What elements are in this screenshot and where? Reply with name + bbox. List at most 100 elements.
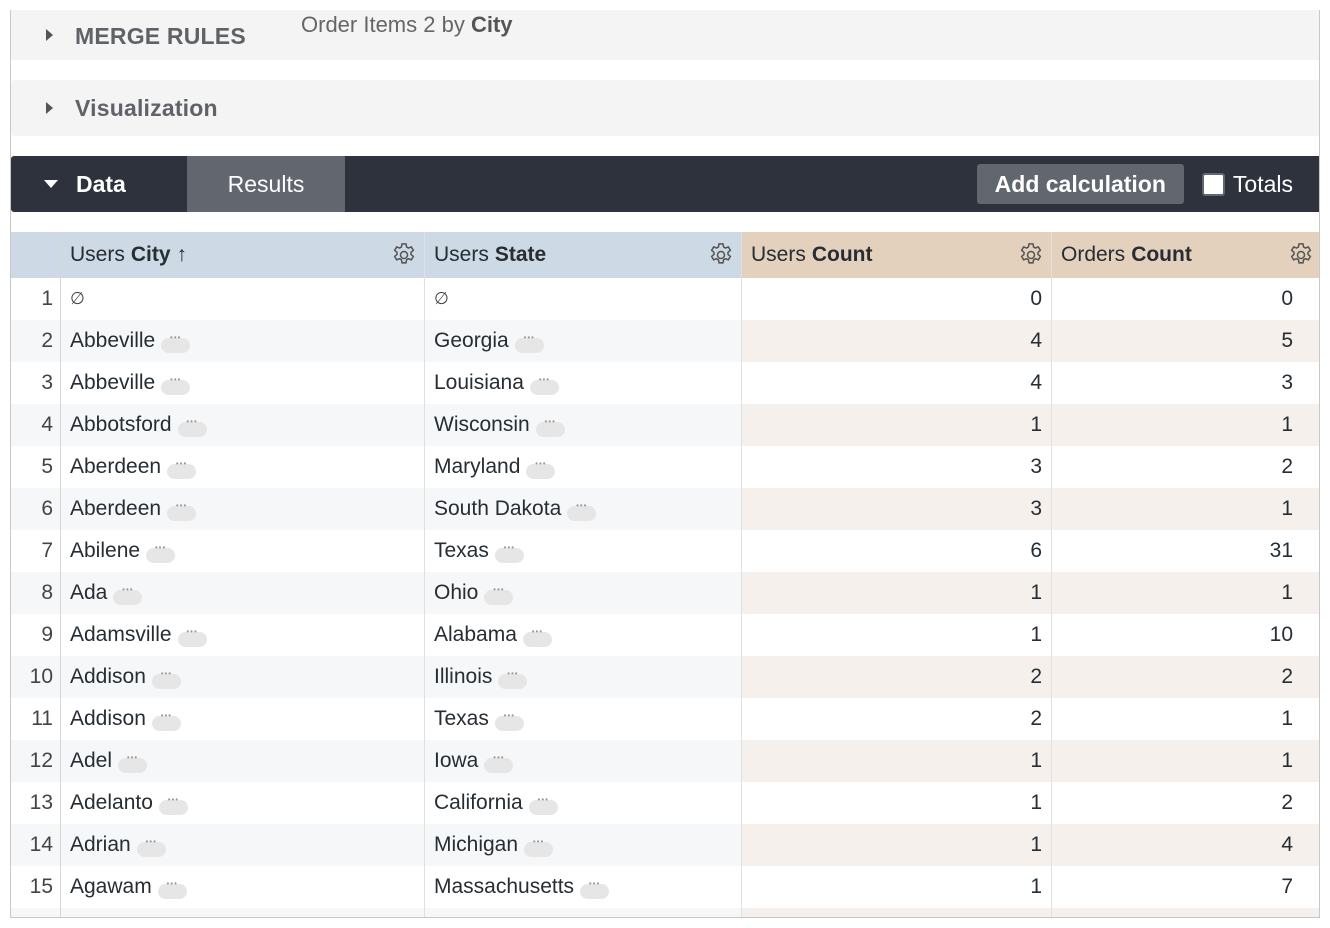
- caret-right-icon[interactable]: [46, 29, 53, 41]
- more-options-icon[interactable]: [136, 837, 166, 857]
- more-options-icon[interactable]: [529, 375, 559, 395]
- more-options-icon[interactable]: [151, 711, 181, 731]
- state-cell[interactable]: California: [425, 782, 742, 824]
- more-options-icon[interactable]: [528, 795, 558, 815]
- state-cell[interactable]: Massachusetts: [425, 866, 742, 908]
- state-cell[interactable]: Georgia: [425, 320, 742, 362]
- city-cell[interactable]: Abbeville: [61, 320, 425, 362]
- more-options-icon[interactable]: [535, 417, 565, 437]
- more-options-icon[interactable]: [177, 417, 207, 437]
- more-options-icon[interactable]: [161, 333, 191, 353]
- orders-count-cell[interactable]: 3: [1052, 362, 1319, 404]
- state-cell[interactable]: Iowa: [425, 740, 742, 782]
- more-options-icon[interactable]: [522, 627, 552, 647]
- users-count-cell[interactable]: 2: [742, 698, 1052, 740]
- city-cell[interactable]: Ada: [61, 572, 425, 614]
- state-cell[interactable]: Ohio: [425, 572, 742, 614]
- users-count-cell[interactable]: 3: [742, 488, 1052, 530]
- users-count-cell[interactable]: 0: [742, 278, 1052, 320]
- orders-count-cell[interactable]: 10: [1052, 614, 1319, 656]
- more-options-icon[interactable]: [151, 669, 181, 689]
- more-options-icon[interactable]: [580, 879, 610, 899]
- city-cell[interactable]: Abbotsford: [61, 404, 425, 446]
- city-cell[interactable]: Addison: [61, 656, 425, 698]
- state-cell[interactable]: Michigan: [425, 824, 742, 866]
- orders-count-cell[interactable]: 1: [1052, 572, 1319, 614]
- more-options-icon[interactable]: [494, 543, 524, 563]
- more-options-icon[interactable]: [526, 459, 556, 479]
- more-options-icon[interactable]: [567, 501, 597, 521]
- state-cell[interactable]: Alabama: [425, 614, 742, 656]
- users-count-cell[interactable]: 6: [742, 530, 1052, 572]
- users-count-cell[interactable]: 2: [742, 656, 1052, 698]
- more-options-icon[interactable]: [484, 753, 514, 773]
- orders-count-cell[interactable]: 0: [1052, 278, 1319, 320]
- totals-checkbox[interactable]: [1201, 172, 1225, 196]
- more-options-icon[interactable]: [484, 585, 514, 605]
- city-cell[interactable]: Abbeville: [61, 362, 425, 404]
- more-options-icon[interactable]: [146, 543, 176, 563]
- state-cell[interactable]: Wisconsin: [425, 404, 742, 446]
- gear-icon[interactable]: [1287, 241, 1315, 269]
- more-options-icon[interactable]: [158, 795, 188, 815]
- gear-icon[interactable]: [707, 241, 735, 269]
- users-count-cell[interactable]: 4: [742, 362, 1052, 404]
- city-cell[interactable]: Addison: [61, 698, 425, 740]
- visualization-section[interactable]: Visualization: [11, 80, 1319, 136]
- gear-icon[interactable]: [1017, 241, 1045, 269]
- more-options-icon[interactable]: [167, 501, 197, 521]
- more-options-icon[interactable]: [113, 585, 143, 605]
- column-header-users-city[interactable]: Users City ↑: [61, 232, 425, 278]
- state-cell[interactable]: Maryland: [425, 446, 742, 488]
- state-cell[interactable]: South Dakota: [425, 488, 742, 530]
- state-cell[interactable]: Louisiana: [425, 362, 742, 404]
- city-cell[interactable]: Aberdeen: [61, 446, 425, 488]
- orders-count-cell[interactable]: 1: [1052, 404, 1319, 446]
- column-header-users-state[interactable]: Users State: [425, 232, 742, 278]
- orders-count-cell[interactable]: 31: [1052, 530, 1319, 572]
- more-options-icon[interactable]: [161, 375, 191, 395]
- users-count-cell[interactable]: 1: [742, 404, 1052, 446]
- users-count-cell[interactable]: 1: [742, 572, 1052, 614]
- state-cell[interactable]: Texas: [425, 530, 742, 572]
- state-cell[interactable]: Illinois: [425, 656, 742, 698]
- more-options-icon[interactable]: [524, 837, 554, 857]
- city-cell[interactable]: Aberdeen: [61, 488, 425, 530]
- orders-count-cell[interactable]: 2: [1052, 656, 1319, 698]
- orders-count-cell[interactable]: 4: [1052, 824, 1319, 866]
- more-options-icon[interactable]: [514, 333, 544, 353]
- orders-count-cell[interactable]: 7: [1052, 866, 1319, 908]
- orders-count-cell[interactable]: 2: [1052, 782, 1319, 824]
- tab-data[interactable]: Data: [11, 156, 187, 212]
- city-cell[interactable]: Adelanto: [61, 782, 425, 824]
- orders-count-cell[interactable]: 2: [1052, 446, 1319, 488]
- orders-count-cell[interactable]: 1: [1052, 488, 1319, 530]
- caret-right-icon[interactable]: [46, 102, 53, 114]
- city-cell[interactable]: Adel: [61, 740, 425, 782]
- users-count-cell[interactable]: 4: [742, 320, 1052, 362]
- add-calculation-button[interactable]: Add calculation: [976, 164, 1184, 204]
- users-count-cell[interactable]: 1: [742, 614, 1052, 656]
- state-cell[interactable]: Texas: [425, 698, 742, 740]
- city-cell[interactable]: Adamsville: [61, 614, 425, 656]
- tab-results[interactable]: Results: [187, 156, 345, 212]
- orders-count-cell[interactable]: 5: [1052, 320, 1319, 362]
- column-header-users-count[interactable]: Users Count: [742, 232, 1052, 278]
- merge-rules-section[interactable]: MERGE RULES Order Items 2 by City: [11, 10, 1319, 60]
- users-count-cell[interactable]: 1: [742, 740, 1052, 782]
- gear-icon[interactable]: [390, 241, 418, 269]
- more-options-icon[interactable]: [167, 459, 197, 479]
- orders-count-cell[interactable]: 1: [1052, 740, 1319, 782]
- users-count-cell[interactable]: 1: [742, 824, 1052, 866]
- users-count-cell[interactable]: 1: [742, 866, 1052, 908]
- column-header-orders-count[interactable]: Orders Count: [1052, 232, 1319, 278]
- city-cell[interactable]: Agawam: [61, 866, 425, 908]
- users-count-cell[interactable]: 3: [742, 446, 1052, 488]
- city-cell[interactable]: Abilene: [61, 530, 425, 572]
- users-count-cell[interactable]: 1: [742, 782, 1052, 824]
- orders-count-cell[interactable]: 1: [1052, 698, 1319, 740]
- city-cell[interactable]: Adrian: [61, 824, 425, 866]
- more-options-icon[interactable]: [157, 879, 187, 899]
- more-options-icon[interactable]: [177, 627, 207, 647]
- state-cell[interactable]: ∅: [425, 278, 742, 320]
